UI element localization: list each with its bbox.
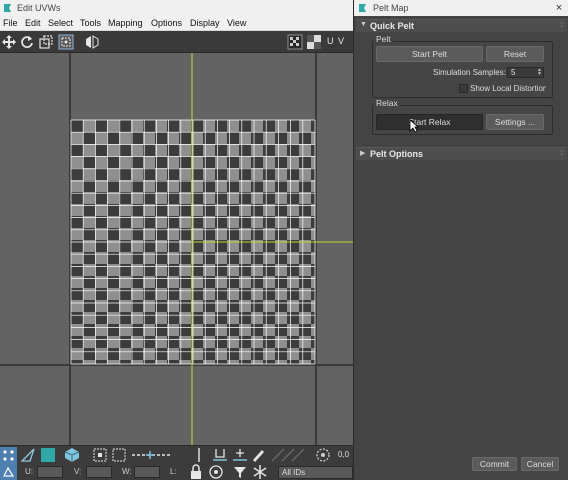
- reset-button[interactable]: Reset: [486, 46, 544, 62]
- coordinate-readout: 0,0: [338, 450, 350, 459]
- lock-selection-icon[interactable]: [0, 464, 17, 480]
- expand-arrow-icon: ▶: [360, 150, 366, 157]
- ids-dropdown[interactable]: All IDs: [278, 466, 353, 479]
- menu-file[interactable]: File: [3, 18, 18, 28]
- w-label: W:: [122, 467, 132, 476]
- menu-edit[interactable]: Edit: [25, 18, 41, 28]
- v-label: V:: [74, 467, 82, 476]
- commit-button[interactable]: Commit: [472, 457, 517, 471]
- start-pelt-button[interactable]: Start Pelt: [376, 46, 483, 62]
- pelt-options-label: Pelt Options: [370, 149, 424, 159]
- scale-icon[interactable]: [38, 34, 54, 50]
- start-relax-button[interactable]: Start Relax: [376, 114, 483, 130]
- menu-tools[interactable]: Tools: [80, 18, 101, 28]
- w-field[interactable]: [134, 466, 160, 478]
- menu-display[interactable]: Display: [190, 18, 220, 28]
- edge-mode-icon[interactable]: [20, 447, 36, 463]
- rollout-grip-icon: ⁞⁞: [560, 150, 564, 157]
- collapse-arrow-icon: ▼: [360, 21, 367, 28]
- face-mode-icon[interactable]: [40, 447, 56, 463]
- quick-pelt-label: Quick Pelt: [370, 21, 415, 31]
- uvw-title: Edit UVWs: [17, 3, 61, 13]
- edit-uvws-window: Edit UVWs File Edit Select Tools Mapping…: [0, 0, 353, 480]
- uv-canvas[interactable]: [0, 53, 353, 445]
- close-icon[interactable]: ×: [551, 1, 567, 15]
- relax-group-label: Relax: [374, 98, 400, 108]
- spinner-arrows-icon[interactable]: ▲ ▼: [537, 68, 542, 77]
- rollout-grip-icon: ⁞⁞: [560, 22, 564, 29]
- show-local-distortions-label: Show Local Distortions: [470, 84, 546, 93]
- lock-icon[interactable]: [188, 464, 204, 480]
- pelt-group-label: Pelt: [374, 34, 393, 44]
- u-field[interactable]: [37, 466, 63, 478]
- settings-button[interactable]: Settings ...: [486, 114, 544, 130]
- simulation-samples-value: 5: [511, 68, 516, 77]
- snap-icon[interactable]: [315, 447, 331, 463]
- simulation-samples-spinner[interactable]: 5 ▲ ▼: [507, 67, 544, 78]
- uv-viewport[interactable]: [0, 53, 353, 445]
- select-mode-icon[interactable]: [111, 447, 127, 463]
- uv-axis-label[interactable]: U V: [327, 36, 345, 46]
- filter-icon[interactable]: [232, 464, 248, 480]
- mouse-cursor-icon: [409, 119, 419, 133]
- select-region-icon[interactable]: [92, 447, 108, 463]
- brush-icon[interactable]: [270, 447, 306, 463]
- pelt-title: Pelt Map: [373, 3, 409, 13]
- pelt-options-rollout-header[interactable]: ▶ Pelt Options ⁞⁞: [356, 147, 567, 160]
- checker-toggle-icon[interactable]: [287, 34, 303, 50]
- separator-icon: [198, 448, 200, 462]
- pelt-title-bar: Pelt Map ×: [354, 0, 568, 16]
- menu-view[interactable]: View: [227, 18, 246, 28]
- rotate-icon[interactable]: [19, 34, 35, 50]
- display-options-icon[interactable]: [208, 464, 224, 480]
- show-local-distortions-checkbox[interactable]: [459, 84, 468, 93]
- uvw-bottom-toolbar: 0,0: [0, 445, 353, 464]
- uvw-toolbar: U V: [0, 31, 353, 53]
- weld-icon[interactable]: [212, 447, 228, 463]
- l-label: L:: [170, 467, 177, 476]
- pelt-group: Pelt Start Pelt Reset Simulation Samples…: [372, 34, 553, 98]
- menu-mapping[interactable]: Mapping: [108, 18, 143, 28]
- app-logo-icon: [359, 4, 366, 12]
- freeform-icon[interactable]: [58, 34, 74, 50]
- shrink-grow-icon[interactable]: [130, 447, 174, 463]
- uvw-title-bar: Edit UVWs: [0, 0, 353, 16]
- vertex-mode-icon[interactable]: [0, 447, 17, 464]
- cancel-button[interactable]: Cancel: [521, 457, 559, 471]
- checker-pattern-icon[interactable]: [306, 34, 322, 50]
- uvw-menu-bar: File Edit Select Tools Mapping Options D…: [0, 16, 353, 31]
- menu-select[interactable]: Select: [48, 18, 73, 28]
- settings-snowflake-icon[interactable]: [252, 464, 268, 480]
- element-mode-icon[interactable]: [64, 447, 80, 463]
- mirror-icon[interactable]: [84, 34, 100, 50]
- app-logo-icon: [4, 4, 11, 12]
- v-field[interactable]: [86, 466, 112, 478]
- uvw-status-bar: U: V: W: L: All IDs: [0, 464, 353, 480]
- pelt-map-window: Pelt Map × ▼ Quick Pelt ⁞⁞ Pelt Start Pe…: [353, 0, 568, 480]
- menu-options[interactable]: Options: [151, 18, 182, 28]
- ids-dropdown-value: All IDs: [282, 468, 306, 477]
- move-icon[interactable]: [1, 34, 17, 50]
- pen-icon[interactable]: [250, 447, 266, 463]
- relax-group: Relax Start Relax Settings ...: [372, 98, 553, 135]
- stitch-icon[interactable]: [232, 447, 248, 463]
- quick-pelt-rollout-header[interactable]: ▼ Quick Pelt ⁞⁞: [356, 19, 567, 32]
- u-label: U:: [25, 467, 33, 476]
- simulation-samples-label: Simulation Samples:: [433, 68, 506, 77]
